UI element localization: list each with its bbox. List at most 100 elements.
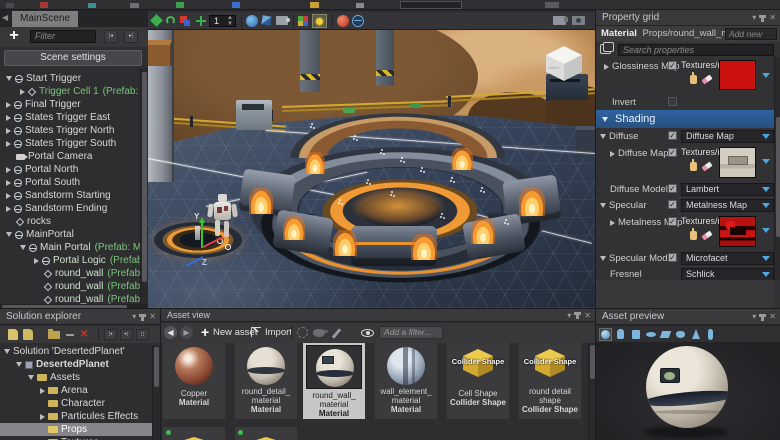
tree-item-states-south[interactable]: States Trigger South	[0, 137, 140, 150]
view-mode-icon-1[interactable]: ⁝•	[104, 329, 117, 340]
tree-item-solution[interactable]: Solution 'DesertedPlanet'	[0, 345, 152, 358]
world-space-icon[interactable]	[246, 15, 258, 27]
dropdown-icon[interactable]: ▾	[132, 312, 136, 322]
diffuse-model-dropdown[interactable]: Lambert	[681, 183, 774, 196]
diffuse-dropdown[interactable]: Diffuse Map	[681, 130, 774, 143]
asset-tile-copper[interactable]: Copper Material	[163, 343, 225, 419]
asset-template-icon[interactable]	[313, 329, 328, 337]
row-glossiness-map[interactable]: Glossiness Map ✓ Textures/n	[596, 57, 774, 95]
close-icon[interactable]: ✕	[584, 311, 591, 321]
tab-scroll-left-icon[interactable]: ◀	[2, 13, 8, 22]
rotate-tool-icon[interactable]	[165, 15, 177, 27]
visibility-filter-icon[interactable]	[361, 329, 374, 337]
expander-closed-icon[interactable]	[40, 413, 45, 420]
expander-closed-icon[interactable]	[6, 166, 11, 173]
metalness-map-checkbox[interactable]: ✓	[668, 217, 677, 226]
row-diffuse-map[interactable]: Diffuse Map ✓ Textures/n	[596, 144, 774, 181]
preview-shape-disc-icon[interactable]	[644, 328, 657, 341]
pin-icon[interactable]	[139, 313, 147, 321]
back-button[interactable]: ◀	[164, 326, 177, 339]
preview-shape-capsule-icon[interactable]	[704, 328, 717, 341]
tree-item-states-north[interactable]: States Trigger North	[0, 124, 140, 137]
entity-gizmo-icon[interactable]	[450, 180, 452, 182]
edit-asset-icon[interactable]	[331, 327, 345, 339]
asset-tile-cell-shape[interactable]: Collider Shape Cell Shape Collider Shape	[447, 343, 509, 419]
add-tag-input[interactable]: Add new tag	[725, 28, 777, 49]
expander-open-icon[interactable]	[600, 256, 606, 261]
close-icon[interactable]: ✕	[149, 312, 156, 322]
tree-item-props[interactable]: Props	[0, 423, 152, 436]
entity-gizmo-icon[interactable]	[380, 152, 382, 154]
asset-tile-partial-1[interactable]	[163, 427, 225, 440]
close-icon[interactable]: ✕	[769, 312, 776, 322]
expander-closed-icon[interactable]	[6, 114, 11, 121]
dropdown-arrow-icon[interactable]	[762, 272, 770, 277]
view-mode-icon-2[interactable]: •⁝	[120, 329, 133, 340]
expander-closed-icon[interactable]	[6, 205, 11, 212]
search-properties-input[interactable]: Search properties	[618, 44, 774, 56]
pin-icon[interactable]	[759, 313, 767, 321]
row-invert[interactable]: Invert	[596, 95, 774, 110]
asset-tile-wall-element[interactable]: wall_element_ material Material	[375, 343, 437, 419]
expander-closed-icon[interactable]	[6, 179, 11, 186]
pin-icon[interactable]	[759, 14, 767, 22]
expander-closed-icon[interactable]	[20, 88, 25, 95]
glossiness-checkbox[interactable]: ✓	[668, 61, 677, 70]
new-folder-icon[interactable]	[23, 329, 33, 340]
specular-model-dropdown[interactable]: Microfacet	[681, 252, 774, 265]
preview-shape-plane-icon[interactable]	[659, 328, 672, 341]
preview-shape-sphere-icon[interactable]	[599, 327, 612, 341]
tab-mainscene[interactable]: MainScene	[12, 11, 79, 27]
dropdown-arrow-icon[interactable]	[762, 203, 770, 208]
entity-gizmo-icon[interactable]	[440, 216, 442, 218]
tree-item-final-trigger[interactable]: Final Trigger	[0, 98, 140, 111]
navigation-cube[interactable]: BACK	[546, 46, 582, 82]
tree-item-states-east[interactable]: States Trigger East	[0, 111, 140, 124]
expander-open-icon[interactable]	[28, 375, 34, 380]
tree-item-round-wall-2[interactable]: round_wall(Prefab: MainPortal)	[0, 280, 140, 293]
hand-pick-icon[interactable]	[690, 72, 697, 84]
row-diffuse[interactable]: Diffuse ✓ Diffuse Map	[596, 128, 774, 144]
preview-shape-cylinder-icon[interactable]	[614, 328, 627, 341]
dropdown-arrow-icon[interactable]	[762, 187, 770, 192]
asset-tile-round-wall-selected[interactable]: round_wall_ material Material	[303, 343, 365, 419]
expander-open-icon[interactable]	[6, 76, 12, 81]
fresnel-dropdown[interactable]: Schlick	[681, 268, 774, 280]
expander-open-icon[interactable]	[600, 134, 606, 139]
viewport-camera-icon[interactable]	[553, 16, 568, 25]
tree-item-mainportal[interactable]: MainPortal	[0, 228, 140, 241]
transform-gizmo[interactable]: Y X Z	[180, 212, 229, 268]
asset-tile-partial-2[interactable]	[235, 427, 297, 440]
diffuse-model-checkbox[interactable]: ✓	[668, 184, 677, 193]
scene-tree-vscrollbar[interactable]	[140, 68, 148, 304]
scene-settings-button[interactable]: Scene settings	[4, 50, 142, 66]
section-shading[interactable]: Shading	[596, 110, 774, 128]
invert-checkbox[interactable]	[668, 97, 677, 106]
snap-value-spinner[interactable]: 1 ▲ ▼	[209, 15, 236, 27]
row-specular[interactable]: Specular ✓ Metalness Map	[596, 197, 774, 213]
dropdown-icon[interactable]: ▾	[752, 312, 756, 322]
import-label[interactable]: Import	[265, 327, 292, 338]
tree-item-round-wall-1[interactable]: round_wall(Prefab: MainPortal)	[0, 267, 140, 280]
row-metalness-map[interactable]: Metalness Map ✓ Textures/n	[596, 213, 774, 250]
entity-gizmo-icon[interactable]	[366, 182, 368, 184]
lighting-toggle-icon[interactable]	[312, 14, 327, 28]
local-space-icon[interactable]	[261, 15, 273, 27]
remove-icon[interactable]	[66, 334, 74, 336]
entity-gizmo-icon[interactable]	[504, 222, 506, 224]
new-item-icon[interactable]	[8, 329, 18, 340]
expander-closed-icon[interactable]	[40, 387, 45, 394]
scene-filter-input[interactable]: Filter	[30, 30, 96, 43]
screenshot-icon[interactable]	[572, 16, 585, 25]
asset-filter-input[interactable]: Add a filter...	[379, 326, 443, 339]
row-fresnel[interactable]: Fresnel Schlick	[596, 266, 774, 280]
hand-pick-icon[interactable]	[690, 159, 697, 171]
forward-button[interactable]: ▶	[180, 326, 193, 339]
diffuse-map-checkbox[interactable]: ✓	[668, 148, 677, 157]
wireframe-preview-icon[interactable]	[352, 15, 364, 27]
expander-open-icon[interactable]	[20, 245, 26, 250]
tree-item-arena[interactable]: Arena	[0, 384, 152, 397]
tree-item-trigger-cell[interactable]: Trigger Cell 1(Prefab: Simple Trigg	[0, 85, 140, 98]
row-diffuse-model[interactable]: Diffuse Model ✓ Lambert	[596, 181, 774, 197]
new-asset-button[interactable]: +	[201, 324, 209, 341]
